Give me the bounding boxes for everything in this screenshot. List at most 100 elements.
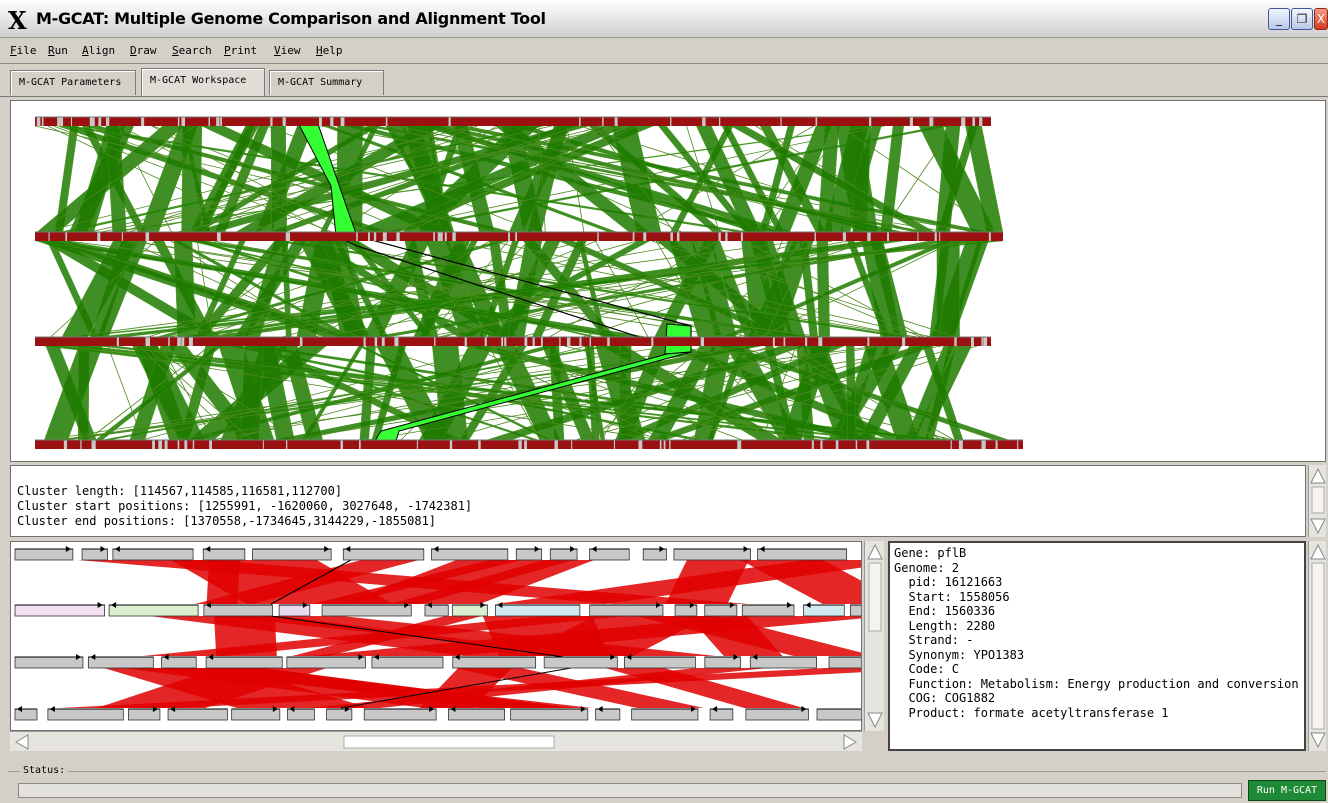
genome-bar-gap [116,337,119,346]
genome-bar-gap [299,337,303,346]
genome-bar-gap [983,337,988,346]
genome-bar-gap [220,117,223,126]
genome-bar-gap [397,232,400,241]
gene-box [673,548,751,561]
genome-bar-gap [614,117,618,126]
gene-info-scrollbar[interactable] [1308,541,1326,751]
alignment-canvas[interactable] [11,101,1325,461]
genome-bar-gap [855,440,858,449]
genome-bar-gap [607,337,610,346]
gene-box [510,708,589,721]
genome-bar-gap [188,337,193,346]
restore-icon[interactable]: ❐ [1291,8,1313,30]
gene-box [14,604,106,617]
gene-box [494,604,581,617]
genome-bar-gap [283,117,286,126]
genome-bar-gap [917,232,919,241]
tab-parameters[interactable]: M-GCAT Parameters [10,70,136,95]
gene-box [14,656,84,669]
gene-info-line: Product: formate acetyltransferase 1 [894,705,1169,720]
menu-align[interactable]: Align [82,44,115,57]
gene-box [543,656,618,669]
genome-bar-gap [1017,440,1019,449]
gene-box [112,548,194,561]
genome-bar-gap [48,232,50,241]
alignment-view[interactable] [10,100,1326,462]
gene-box [642,548,667,561]
menu-file[interactable]: File [10,44,37,57]
gene-view-hscroll[interactable] [10,731,862,751]
alignment-block [240,345,263,442]
gene-info-line: COG: COG1882 [894,691,996,705]
genome-bar-gap [92,440,96,449]
genome-bar-gap [440,232,443,241]
genome-bar-gap [554,440,558,449]
genome-bar-gap [208,117,211,126]
menu-draw[interactable]: Draw [130,44,157,57]
genome-bar-gap [121,232,123,241]
genome-bar-gap [177,337,181,346]
x-logo-icon: X [8,6,27,35]
gene-box [431,548,509,561]
gene-box [167,708,228,721]
menu-view[interactable]: View [274,44,301,57]
gene-box [278,604,311,617]
genome-bar-gap [80,440,82,449]
genome-bar-gap [589,337,592,346]
genome-bar-gap [814,232,816,241]
genome-bar-gap [866,440,870,449]
genome-bar-gap [285,440,288,449]
genome-bar-gap [146,232,150,241]
gene-canvas[interactable] [11,542,861,730]
genome-bar-gap [452,232,456,241]
tab-workspace[interactable]: M-GCAT Workspace [141,68,265,96]
gene-view-vscroll[interactable] [864,541,884,731]
genome-bar-gap [818,337,823,346]
genome-bar-gap [356,232,358,241]
menu-print[interactable]: Print [224,44,257,57]
genome-bar-gap [385,117,388,126]
genome-bar-gap [842,232,846,241]
gene-box [14,548,74,561]
genome-bar-gap [98,232,101,241]
genome-bar-gap [638,440,643,449]
genome-bar-gap [702,117,706,126]
menu-bar: File Run Align Draw Search Print View He… [0,39,1328,63]
genome-bar-gap [444,232,447,241]
genome-bar-gap [70,117,73,126]
genome-bar-gap [811,440,814,449]
genome-bar-gap [602,117,604,126]
genome-bar-gap [663,440,666,449]
genome-bar-gap [579,337,582,346]
gene-box [252,548,332,561]
menu-separator [0,63,1328,64]
menu-help[interactable]: Help [316,44,343,57]
genome-bar-gap [437,232,441,241]
tab-summary[interactable]: M-GCAT Summary [269,70,384,95]
cluster-info-scrollbar[interactable] [1308,465,1326,537]
genome-bar-gap [719,117,721,126]
tab-baseline [0,96,1328,97]
menu-search[interactable]: Search [172,44,212,57]
genome-bar-gap [740,232,743,241]
genome-bar-gap [718,232,721,241]
genome-bar-gap [381,337,385,346]
gene-view[interactable] [10,541,862,731]
genome-bar-gap [270,117,273,126]
gene-info-line: Gene: pflB [894,546,967,560]
gene-box [363,708,437,721]
genome-bar-gap [395,337,399,346]
genome-bar-gap [373,232,377,241]
run-mgcat-button[interactable]: Run M-GCAT [1248,780,1326,801]
cluster-end: Cluster end positions: [1370558,-1734645… [17,514,437,528]
gene-box [828,656,861,669]
menu-run[interactable]: Run [48,44,68,57]
gene-info-line: Length: 2280 [894,618,996,633]
genome-bar-gap [501,337,504,346]
genome-bar-gap [676,232,680,241]
minimize-icon[interactable]: _ [1268,8,1290,30]
close-icon[interactable]: X [1314,8,1328,30]
genome-bar-gap [902,337,906,346]
genome-bar-gap [508,232,510,241]
status-label: Status: [20,765,69,776]
